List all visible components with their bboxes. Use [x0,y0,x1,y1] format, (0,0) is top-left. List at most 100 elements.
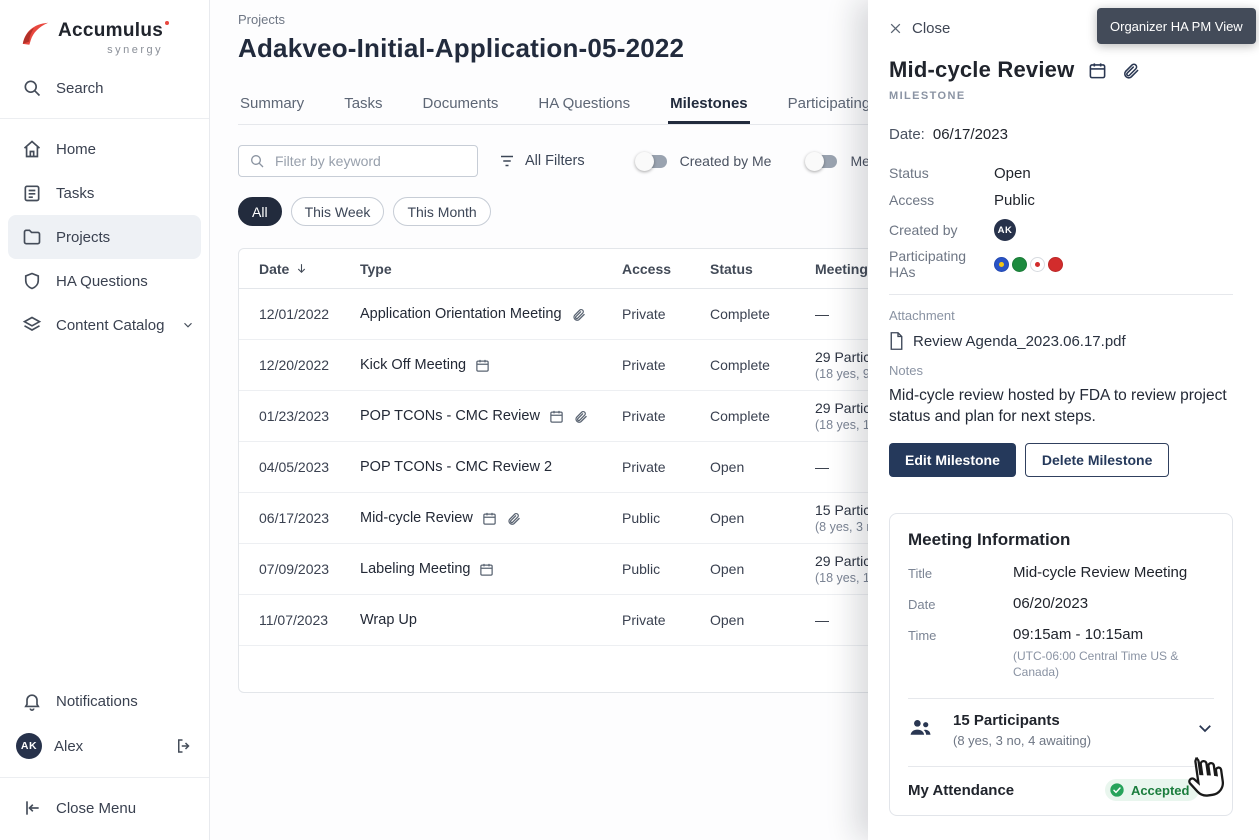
close-label: Close [912,20,950,37]
sidebar-item-ha-questions[interactable]: HA Questions [0,259,209,303]
date-label: Date: [889,126,925,143]
field-label: Title [908,564,1013,581]
calendar-icon [549,409,564,424]
meeting-date-value: 06/20/2023 [1013,595,1088,612]
notes-text: Mid-cycle review hosted by FDA to review… [889,385,1233,427]
sidebar-footer: Notifications AK Alex Close Menu [0,679,209,830]
brand-name: Accumulus [58,20,163,42]
sidebar-user-row[interactable]: AK Alex [0,723,209,769]
divider [908,766,1214,767]
edit-milestone-button[interactable]: Edit Milestone [889,443,1016,477]
check-circle-icon [1109,782,1125,798]
participants-row[interactable]: 15 Participants (8 yes, 3 no, 4 awaiting… [908,712,1214,748]
cell-access: Private [622,306,710,322]
cell-date: 11/07/2023 [259,612,360,628]
search-icon [22,78,42,98]
attachment-icon [506,511,521,526]
tab-summary[interactable]: Summary [238,85,306,124]
delete-milestone-button[interactable]: Delete Milestone [1025,443,1169,477]
chevron-down-icon[interactable] [1196,719,1214,737]
sidebar-item-tasks[interactable]: Tasks [0,171,209,215]
filter-icon [498,152,516,170]
field-access: Access Public [889,188,1233,212]
drawer-close-button[interactable]: Close [889,20,950,37]
sidebar-item-notifications[interactable]: Notifications [0,679,209,723]
chip-this-month[interactable]: This Month [393,197,490,226]
meeting-title-row: Title Mid-cycle Review Meeting [908,564,1214,581]
search-input[interactable] [273,152,467,170]
milestone-type-label: POP TCONs - CMC Review [360,408,540,424]
cell-access: Private [622,612,710,628]
column-label: Date [259,261,289,277]
all-filters-button[interactable]: All Filters [488,146,595,176]
column-header-status: Status [710,261,815,277]
sort-down-icon [295,262,308,275]
stack-icon [22,315,42,335]
sidebar-item-label: Notifications [56,693,195,710]
cell-status: Complete [710,357,815,373]
calendar-icon [479,562,494,577]
meeting-timezone: (UTC-06:00 Central Time US & Canada) [1013,648,1193,680]
created-by-me-toggle[interactable]: Created by Me [637,153,772,169]
sidebar-divider [0,118,209,119]
cell-status: Open [710,510,815,526]
drawer-title-row: Mid-cycle Review [889,57,1233,83]
cell-type: Labeling Meeting [360,561,622,577]
cell-access: Private [622,408,710,424]
shield-icon [22,271,42,291]
sidebar-item-projects[interactable]: Projects [8,215,201,259]
milestone-type-label: Kick Off Meeting [360,357,466,373]
milestone-actions: Edit Milestone Delete Milestone [889,443,1233,477]
sidebar-item-label: HA Questions [56,273,195,290]
column-header-date[interactable]: Date [259,261,360,277]
toggle-switch[interactable] [807,155,837,168]
sidebar-item-search[interactable]: Search [0,66,209,110]
cell-status: Open [710,459,815,475]
sidebar-item-content-catalog[interactable]: Content Catalog [0,303,209,347]
field-label: Date [908,595,1013,612]
chip-this-week[interactable]: This Week [291,197,385,226]
milestone-type-label: POP TCONs - CMC Review 2 [360,459,552,475]
column-header-type: Type [360,261,622,277]
bell-icon [22,691,42,711]
cell-status: Complete [710,408,815,424]
toggle-switch[interactable] [637,155,667,168]
logout-icon[interactable] [175,737,193,755]
hand-pointer-cursor-icon [1179,749,1232,805]
sidebar-item-home[interactable]: Home [0,127,209,171]
ha-flag-icon [994,257,1009,272]
meeting-time-value: 09:15am - 10:15am [1013,626,1143,643]
tab-tasks[interactable]: Tasks [342,85,384,124]
tab-ha-questions[interactable]: HA Questions [536,85,632,124]
sidebar-item-label: Home [56,141,195,158]
cell-date: 01/23/2023 [259,408,360,424]
attachment-icon [571,307,586,322]
tab-documents[interactable]: Documents [421,85,501,124]
column-header-access: Access [622,261,710,277]
chip-all[interactable]: All [238,197,282,226]
cell-date: 12/01/2022 [259,306,360,322]
cell-type: Application Orientation Meeting [360,306,622,322]
sidebar-item-close-menu[interactable]: Close Menu [0,786,209,830]
sidebar-item-label: Content Catalog [56,317,167,334]
attachment-file-link[interactable]: Review Agenda_2023.06.17.pdf [889,332,1126,350]
meeting-card-header: Meeting Information [908,530,1214,550]
my-attendance-row: My Attendance Accepted ▾ [908,779,1214,801]
milestone-type-label: Labeling Meeting [360,561,470,577]
calendar-icon [475,358,490,373]
tab-milestones[interactable]: Milestones [668,85,750,124]
attachment-icon [573,409,588,424]
cell-type: Wrap Up [360,612,622,628]
participants-texts: 15 Participants (8 yes, 3 no, 4 awaiting… [953,712,1196,748]
attachment-icon [1121,61,1140,80]
all-filters-label: All Filters [525,153,585,169]
document-icon [889,332,904,350]
field-label: Status [889,165,994,181]
sidebar-item-label: Close Menu [56,800,195,817]
toggle-label: Created by Me [680,153,772,169]
cell-type: Mid-cycle Review [360,510,622,526]
avatar: AK [16,733,42,759]
cell-access: Public [622,510,710,526]
milestone-date-row: Date:06/17/2023 [889,126,1233,143]
cell-type: POP TCONs - CMC Review 2 [360,459,622,475]
